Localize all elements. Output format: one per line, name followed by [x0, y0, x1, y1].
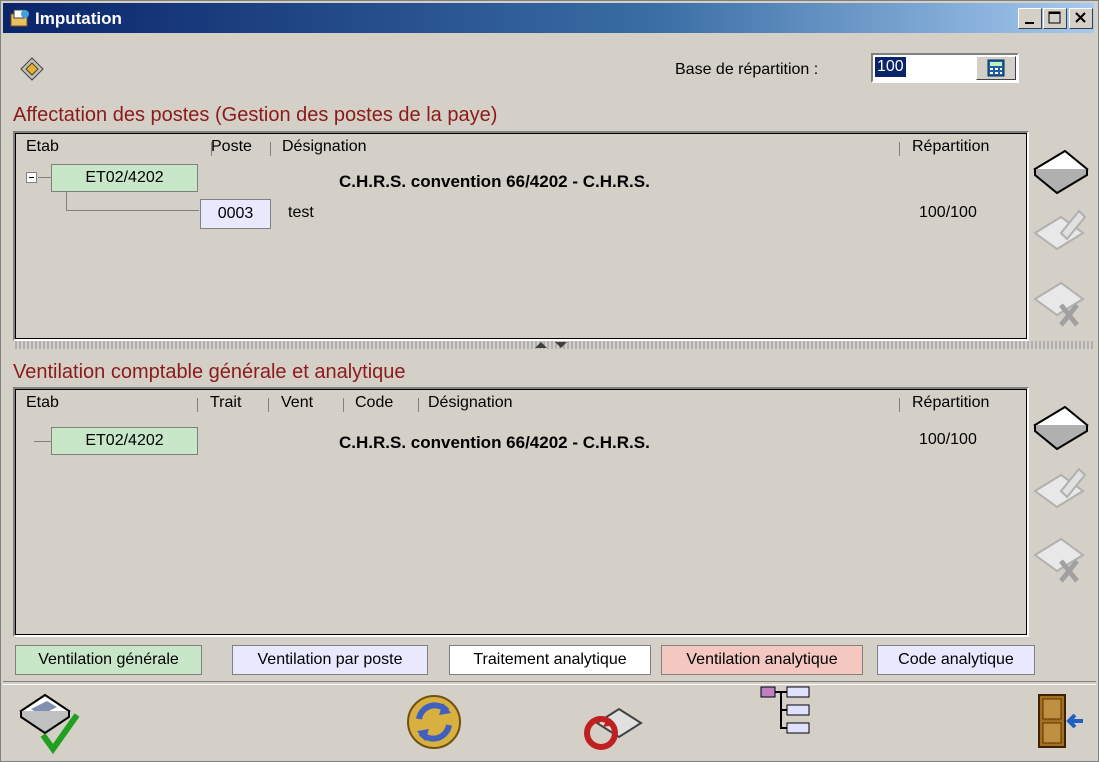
delete-icon [1033, 537, 1085, 583]
splitter-arrows-icon[interactable] [533, 340, 573, 350]
tree-line [66, 192, 67, 210]
cancel-icon[interactable] [579, 689, 645, 755]
validate-icon[interactable] [17, 689, 83, 755]
col-separator [197, 398, 198, 412]
tree-line [34, 441, 52, 442]
poste-node[interactable]: 0003 [200, 199, 271, 229]
col-separator [343, 398, 344, 412]
col-separator [270, 142, 271, 156]
col-etab[interactable]: Etab [26, 138, 59, 156]
affectation-panel[interactable]: Etab Poste Désignation Répartition ET02/… [13, 131, 1029, 341]
col-separator [418, 398, 419, 412]
poste-designation: test [288, 204, 314, 221]
affectation-header: Etab Poste Désignation Répartition [16, 134, 1026, 160]
edit-icon [1033, 467, 1087, 509]
legend-ventilation-par-poste: Ventilation par poste [232, 645, 428, 675]
col-repartition[interactable]: Répartition [912, 138, 989, 156]
col-designation[interactable]: Désignation [282, 138, 367, 156]
col-separator [899, 142, 900, 156]
section-ventilation-title: Ventilation comptable générale et analyt… [13, 361, 406, 383]
minimize-button[interactable] [1018, 8, 1042, 29]
close-button[interactable] [1069, 8, 1093, 29]
etab-node[interactable]: ET02/4202 [51, 427, 198, 455]
section-affectation-title: Affectation des postes (Gestion des post… [13, 104, 498, 126]
close-icon [1075, 12, 1086, 23]
minimize-icon [1025, 22, 1034, 24]
base-repartition-value[interactable]: 100 [875, 57, 906, 77]
etab-repartition: 100/100 [919, 431, 977, 448]
add-icon[interactable] [1031, 143, 1091, 199]
title-bar[interactable]: Imputation [3, 3, 1094, 33]
edit-icon [1033, 209, 1087, 251]
col-separator [899, 398, 900, 412]
ventilation-header: Etab Trait Vent Code Désignation Réparti… [16, 390, 1026, 416]
maximize-button[interactable] [1043, 8, 1067, 29]
col-vent[interactable]: Vent [281, 394, 313, 412]
col-repartition[interactable]: Répartition [912, 394, 989, 412]
app-icon [10, 9, 29, 27]
delete-icon [1033, 281, 1085, 327]
col-separator [268, 398, 269, 412]
legend-ventilation-generale: Ventilation générale [15, 645, 202, 675]
legend-code-analytique: Code analytique [877, 645, 1035, 675]
base-repartition-label: Base de répartition : [675, 61, 819, 78]
window-title: Imputation [35, 9, 122, 28]
legend-traitement-analytique: Traitement analytique [449, 645, 651, 675]
tree-line [38, 177, 51, 178]
tree-icon[interactable] [753, 681, 819, 747]
affectation-list[interactable]: Etab Poste Désignation Répartition ET02/… [15, 133, 1027, 339]
col-code[interactable]: Code [355, 394, 393, 412]
etab-designation: C.H.R.S. convention 66/4202 - C.H.R.S. [339, 433, 650, 452]
exit-door-icon[interactable] [1025, 689, 1091, 755]
add-icon[interactable] [1031, 399, 1091, 455]
imputation-window: Imputation Base de répartition : 100 Aff… [0, 0, 1099, 762]
tool-icon[interactable] [19, 56, 45, 82]
etab-node[interactable]: ET02/4202 [51, 164, 198, 192]
col-designation[interactable]: Désignation [428, 394, 513, 412]
col-trait[interactable]: Trait [210, 394, 241, 412]
calculator-icon [987, 59, 1005, 77]
tree-line [66, 210, 199, 211]
col-poste[interactable]: Poste [211, 138, 252, 156]
collapse-icon[interactable] [26, 172, 38, 184]
poste-repartition: 100/100 [919, 204, 977, 221]
etab-designation: C.H.R.S. convention 66/4202 - C.H.R.S. [339, 172, 650, 191]
maximize-icon [1048, 11, 1061, 24]
col-etab[interactable]: Etab [26, 394, 59, 412]
bottom-separator [3, 681, 1096, 685]
refresh-icon[interactable] [401, 689, 467, 755]
calculator-button[interactable] [976, 56, 1016, 80]
legend-ventilation-analytique: Ventilation analytique [661, 645, 863, 675]
ventilation-panel[interactable]: Etab Trait Vent Code Désignation Réparti… [13, 387, 1029, 637]
ventilation-list[interactable]: Etab Trait Vent Code Désignation Réparti… [15, 389, 1027, 635]
